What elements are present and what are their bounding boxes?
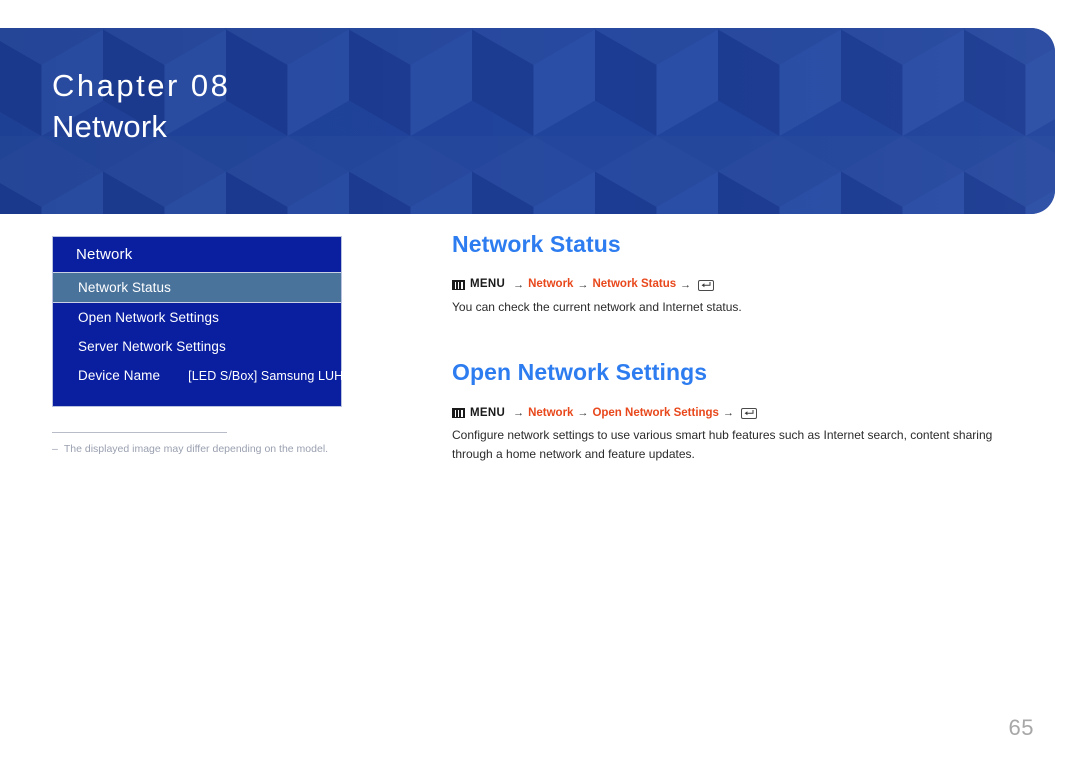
chapter-banner: Chapter 08 Network xyxy=(0,28,1055,214)
menu-icon xyxy=(452,408,465,419)
enter-key-icon xyxy=(740,407,757,419)
arrow-right-icon: → xyxy=(577,278,589,291)
main-content: Network Status MENU → Network → Network … xyxy=(452,231,1032,463)
osd-item-value: [LED S/Box] Samsung LUH Series xyxy=(188,369,383,383)
section-network-status: Network Status MENU → Network → Network … xyxy=(452,231,1032,316)
section-body: Configure network settings to use variou… xyxy=(452,428,993,461)
osd-item-label: Device Name xyxy=(78,368,161,383)
section-title: Open Network Settings xyxy=(452,359,708,386)
osd-item-server-network-settings[interactable]: Server Network Settings xyxy=(53,332,341,361)
arrow-right-icon: → xyxy=(680,278,692,291)
page-number: 65 xyxy=(1008,715,1034,740)
menu-path-breadcrumb: MENU → Network → Open Network Settings → xyxy=(452,406,1032,420)
menu-path-root: MENU xyxy=(470,406,506,419)
menu-path-crumb-1: Network xyxy=(528,406,574,419)
banner-title-block: Chapter 08 Network xyxy=(52,68,230,145)
menu-path-root: MENU xyxy=(470,278,506,291)
section-open-network-settings: Open Network Settings MENU → Network → O… xyxy=(452,360,1032,463)
enter-arrow-glyph xyxy=(744,410,754,416)
footnote-item: – The displayed image may differ dependi… xyxy=(52,442,472,457)
arrow-right-icon: → xyxy=(513,278,525,291)
osd-item-open-network-settings[interactable]: Open Network Settings xyxy=(53,303,341,332)
footnote-block: – The displayed image may differ dependi… xyxy=(52,432,472,457)
chapter-title: Network xyxy=(52,108,168,144)
menu-path-breadcrumb: MENU → Network → Network Status → xyxy=(452,279,1032,291)
arrow-right-icon: → xyxy=(722,406,734,419)
footnote-text: The displayed image may differ depending… xyxy=(63,443,329,455)
arrow-right-icon: → xyxy=(513,406,525,419)
osd-item-network-status[interactable]: Network Status xyxy=(53,272,341,303)
osd-menu-screenshot: Network Network Status Open Network Sett… xyxy=(52,236,383,407)
menu-icon xyxy=(452,280,465,291)
section-title: Network Status xyxy=(452,231,621,257)
enter-key-icon xyxy=(698,279,715,291)
arrow-right-icon: → xyxy=(577,406,589,419)
osd-item-label: Network Status xyxy=(78,280,171,295)
osd-item-label: Open Network Settings xyxy=(78,310,219,325)
footnote-divider xyxy=(52,432,227,433)
osd-item-device-name[interactable]: Device Name [LED S/Box] Samsung LUH Seri… xyxy=(53,361,383,390)
osd-menu-list: Network Status Open Network Settings Ser… xyxy=(53,272,383,406)
enter-arrow-glyph xyxy=(701,282,711,288)
footnote-dash: – xyxy=(52,443,58,455)
menu-path-crumb-2: Open Network Settings xyxy=(592,406,719,419)
chapter-label: Chapter 08 xyxy=(52,68,231,103)
osd-menu-header: Network xyxy=(53,237,341,272)
section-body: You can check the current network and In… xyxy=(452,299,742,314)
menu-path-crumb-2: Network Status xyxy=(592,278,677,291)
menu-path-crumb-1: Network xyxy=(528,278,574,291)
osd-item-label: Server Network Settings xyxy=(78,339,226,354)
